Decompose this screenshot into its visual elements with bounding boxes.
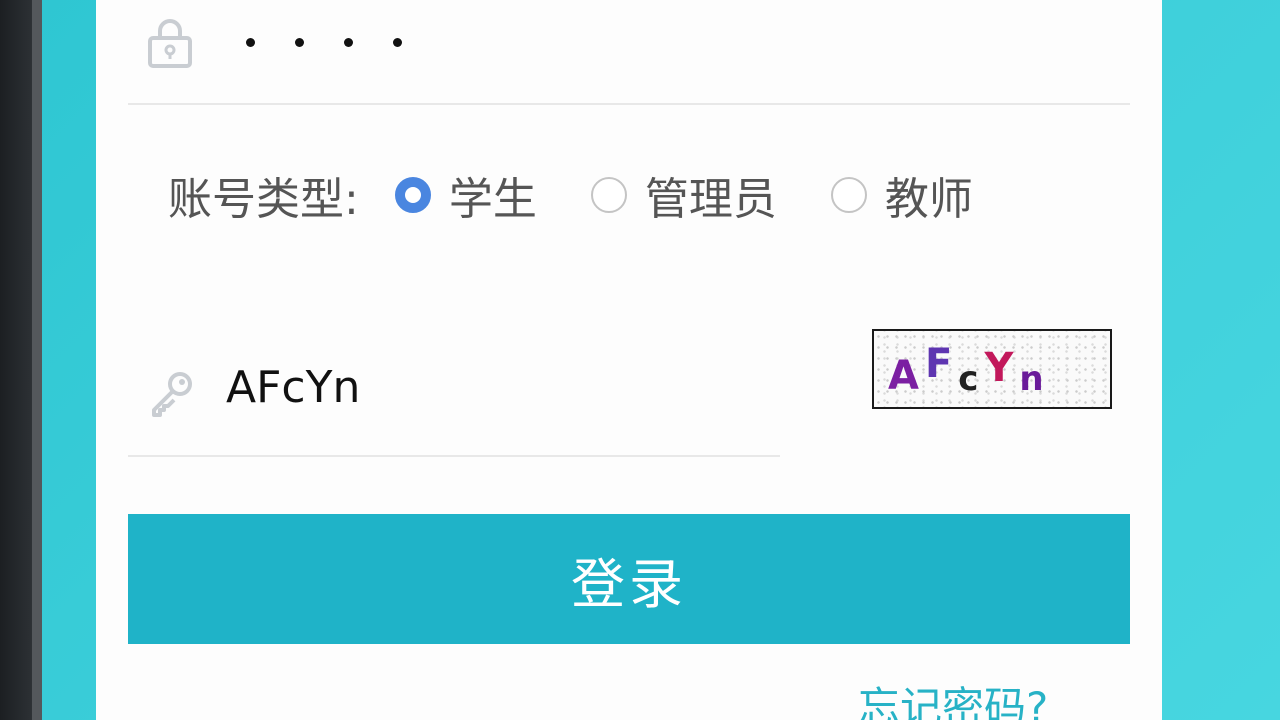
radio-option-teacher[interactable]: 教师 [830, 163, 973, 227]
captcha-char: n [1019, 359, 1044, 399]
radio-student[interactable] [394, 177, 431, 213]
captcha-char: A [888, 353, 919, 399]
captcha-input[interactable]: AFcYn [226, 362, 360, 413]
captcha-underline [128, 455, 780, 457]
dark-side-panel [0, 0, 42, 720]
password-dot [246, 38, 255, 47]
captcha-image[interactable]: A F c Y n [872, 329, 1112, 409]
lock-icon [148, 19, 192, 68]
password-input[interactable] [246, 38, 402, 52]
captcha-char: Y [984, 345, 1014, 391]
radio-label-teacher: 教师 [884, 174, 973, 225]
captcha-char: F [924, 341, 953, 387]
login-card: 账号类型: 学生 管理员 教师 AFcYn A F c Y n 登录 忘记密码? [96, 0, 1162, 720]
key-icon [152, 372, 192, 417]
radio-label-student: 学生 [448, 174, 537, 225]
password-dot [295, 38, 304, 47]
panel-edge [32, 0, 42, 720]
password-dot [344, 38, 353, 47]
account-type-label: 账号类型: [168, 174, 359, 225]
forgot-password-link[interactable]: 忘记密码? [858, 674, 1048, 720]
radio-teacher[interactable] [830, 177, 867, 213]
radio-option-admin[interactable]: 管理员 [590, 163, 777, 227]
radio-option-student[interactable]: 学生 [394, 163, 537, 227]
account-type-group: 账号类型: 学生 管理员 教师 [168, 160, 1027, 230]
radio-admin[interactable] [590, 177, 627, 213]
password-underline [128, 103, 1130, 105]
login-button[interactable]: 登录 [128, 514, 1130, 644]
captcha-chars: A F c Y n [888, 339, 1050, 399]
captcha-char: c [958, 359, 979, 399]
password-dot [393, 38, 402, 47]
radio-label-admin: 管理员 [644, 174, 777, 225]
